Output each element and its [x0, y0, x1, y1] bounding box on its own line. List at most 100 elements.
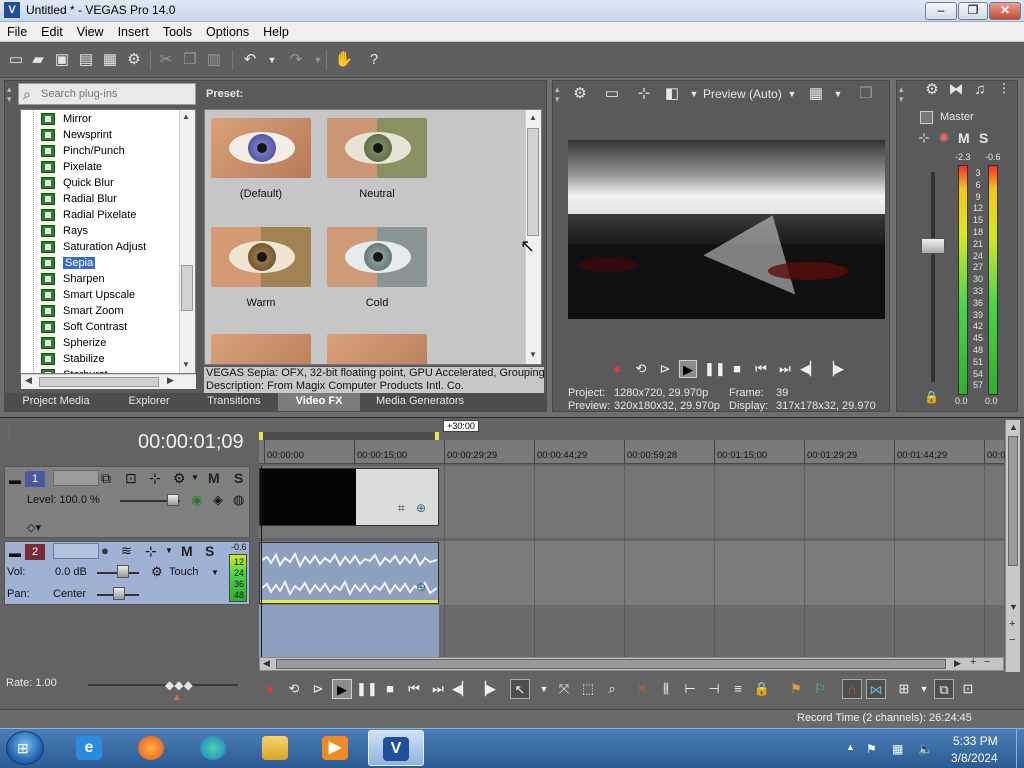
taskbar-edge[interactable] [186, 730, 242, 766]
tab-transitions[interactable]: Transitions [190, 393, 278, 411]
stop-icon[interactable]: ■ [380, 679, 400, 699]
master-mute-button[interactable]: M [958, 130, 970, 146]
make-compositing-parent-icon[interactable]: ◈ [213, 492, 223, 508]
split-screen-chevron-icon[interactable]: ▼ [684, 84, 704, 104]
track-1-name[interactable] [53, 470, 99, 486]
track-fx-chevron-icon[interactable]: ▼ [191, 473, 199, 482]
track-list-grip-icon[interactable]: · · · · · [8, 424, 12, 450]
plugin-item[interactable]: Starburst [41, 367, 108, 373]
audio-event[interactable]: ⊕ [259, 542, 439, 604]
master-bypass-checkbox[interactable] [920, 111, 933, 124]
plugin-item[interactable]: Quick Blur [41, 175, 114, 191]
auto-crossfade-icon[interactable]: ⋈ [866, 679, 886, 699]
plugin-item[interactable]: Smart Upscale [41, 287, 135, 303]
preset-cold[interactable]: Cold [326, 227, 428, 309]
network-icon[interactable]: ▦ [892, 742, 903, 756]
track-motion-icon[interactable]: ⊡ [125, 470, 137, 487]
lock-icon[interactable]: 🔒 [752, 679, 772, 699]
zoom-in-icon[interactable]: + [970, 656, 976, 668]
taskbar-internet-explorer[interactable]: e [62, 730, 118, 766]
loop-playback-icon[interactable]: ⟲ [284, 679, 304, 699]
timeline-hscrollbar[interactable]: ◀ ▶ + − [259, 656, 1004, 671]
track-collapse-icon[interactable]: ▬ [9, 546, 21, 560]
master-automation-icon[interactable]: ⊹ [914, 128, 934, 148]
preset-default[interactable]: (Default) [210, 118, 312, 200]
automation-mode-chevron-icon[interactable]: ▼ [211, 568, 219, 577]
hscroll-thumb[interactable] [39, 377, 159, 387]
edit-tool-chevron-icon[interactable]: ▼ [534, 679, 554, 699]
plugin-item[interactable]: Rays [41, 223, 88, 239]
time-display[interactable]: 00:00:01;09 [138, 431, 244, 454]
loop-playback-icon[interactable]: ⟲ [632, 360, 650, 378]
automation-mode-icon[interactable]: ⚙ [151, 564, 163, 580]
delete-icon[interactable]: ✕ [632, 679, 652, 699]
playhead-cursor[interactable] [261, 466, 262, 657]
panel-collapse-icon[interactable]: ▴ ▾ [7, 84, 17, 104]
stop-icon[interactable]: ■ [728, 360, 746, 378]
track-zoom-out-icon[interactable]: − [1009, 634, 1015, 646]
taskbar-firefox[interactable] [124, 730, 180, 766]
preview-fx-icon[interactable]: ⊹ [634, 84, 654, 104]
menu-insert[interactable]: Insert [111, 22, 156, 40]
menu-options[interactable]: Options [199, 22, 256, 40]
menu-help[interactable]: Help [256, 22, 296, 40]
normal-edit-tool-icon[interactable]: ↖ [510, 679, 530, 699]
track-collapse-icon[interactable]: ▬ [9, 473, 21, 487]
preview-properties-icon[interactable]: ⚙ [570, 84, 590, 104]
plugin-search-input[interactable] [41, 86, 191, 102]
clock-date[interactable]: 3/8/2024 [951, 751, 998, 765]
zoom-tool-icon[interactable]: ⌕ [602, 679, 622, 699]
master-properties-icon[interactable]: ⚙ [922, 80, 942, 100]
previous-frame-icon[interactable]: ◀▏ [800, 360, 820, 378]
rate-slider[interactable]: ◆◆◆ [165, 678, 193, 692]
preset-warm[interactable]: Warm [210, 227, 312, 309]
overlays-icon[interactable]: ▦ [806, 84, 826, 104]
pause-icon[interactable]: ❚❚ [356, 679, 378, 699]
preview-quality-chevron-icon[interactable]: ▼ [782, 84, 802, 104]
tab-project-media[interactable]: Project Media [4, 393, 108, 411]
preview-quality-select[interactable]: Preview (Auto) [703, 87, 782, 101]
trim-end-icon[interactable]: ⊣ [704, 679, 724, 699]
menu-edit[interactable]: Edit [34, 22, 70, 40]
plugin-item[interactable]: Spherize [41, 335, 106, 351]
scroll-thumb[interactable] [527, 128, 539, 236]
make-compositing-child-icon[interactable]: ◉ [191, 492, 202, 508]
split-event-icon[interactable]: ≡ [728, 679, 748, 699]
volume-slider[interactable] [117, 565, 129, 578]
plugin-item[interactable]: Soft Contrast [41, 319, 127, 335]
panel-collapse-icon[interactable]: ▴ ▾ [555, 84, 565, 104]
next-frame-icon[interactable]: ▕▶ [824, 360, 844, 378]
plugin-tree[interactable]: Mirror Newsprint Pinch/Punch Pixelate Quick … [20, 109, 196, 374]
level-slider[interactable] [167, 494, 179, 506]
fader-lock-icon[interactable]: 🔒 [924, 390, 939, 404]
show-hidden-icons-icon[interactable]: ▲ [846, 742, 855, 752]
render-icon[interactable]: ▦ [100, 50, 120, 70]
copy-snapshot-icon[interactable]: ❐ [856, 84, 876, 104]
play-icon[interactable]: ▶ [332, 679, 352, 699]
plugin-tree-scrollbar[interactable]: ▲ ▼ [179, 110, 195, 373]
parent-composite-icon[interactable]: ⊹ [149, 470, 161, 487]
zoom-out-icon[interactable]: − [984, 656, 990, 668]
tab-media-generators[interactable]: Media Generators [360, 393, 480, 411]
plugin-item[interactable]: Sepia [41, 255, 96, 271]
show-desktop-button[interactable] [1016, 729, 1024, 768]
snapping-icon[interactable]: ∩ [842, 679, 862, 699]
previous-frame-icon[interactable]: ◀▏ [452, 679, 472, 699]
copy-icon[interactable]: ❐ [180, 50, 200, 70]
lock-envelopes-icon[interactable]: ⧉ [934, 679, 954, 699]
record-icon[interactable]: ● [608, 360, 626, 378]
go-to-start-icon[interactable]: ⏮ [752, 360, 770, 378]
menu-file[interactable]: File [0, 22, 34, 40]
taskbar-media-player[interactable]: ▶ [308, 730, 364, 766]
insert-marker-icon[interactable]: ⚑ [786, 679, 806, 699]
play-icon[interactable]: ▶ [679, 360, 697, 378]
properties-icon[interactable]: ⚙ [124, 50, 144, 70]
split-screen-icon[interactable]: ◧ [662, 84, 682, 104]
plugin-item[interactable]: Pinch/Punch [41, 143, 125, 159]
go-to-start-icon[interactable]: ⏮ [404, 679, 424, 699]
insert-region-icon[interactable]: ⚐ [810, 679, 830, 699]
track-2-name[interactable] [53, 543, 99, 559]
video-event[interactable]: ⌗ ⊕ [259, 468, 439, 526]
plugin-item[interactable]: Stabilize [41, 351, 105, 367]
compositing-mode-icon[interactable]: ⧉ [101, 470, 111, 487]
